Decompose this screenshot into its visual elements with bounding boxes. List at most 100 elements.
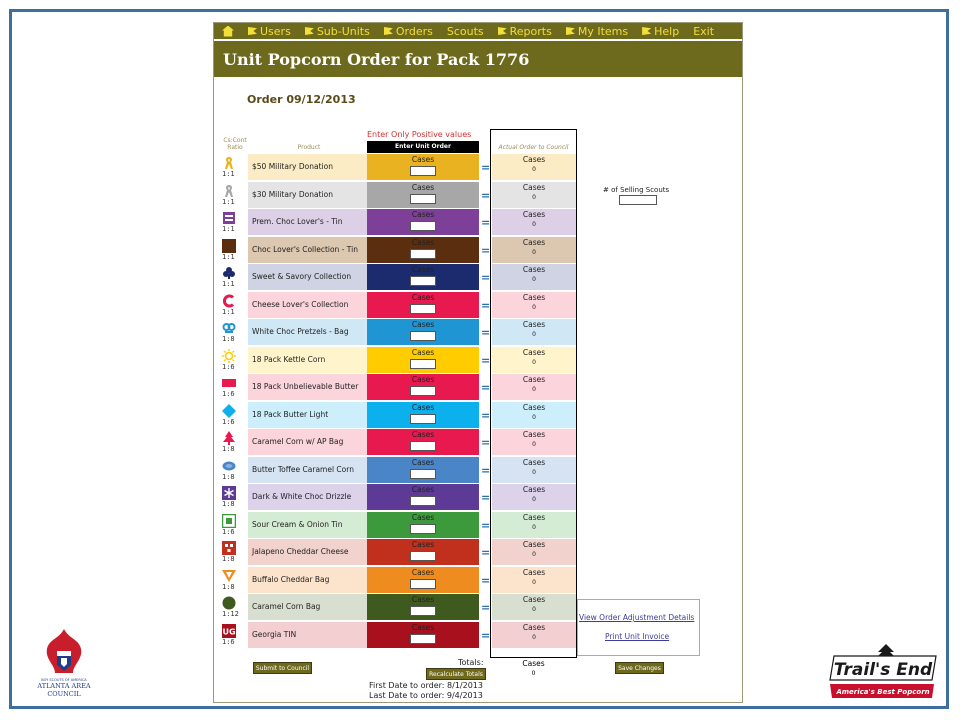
cases-input[interactable] bbox=[410, 358, 436, 369]
te-brand: Trail's End bbox=[834, 660, 933, 680]
ribbon-icon bbox=[222, 155, 236, 169]
actual-order-header: Actual Order to Council bbox=[498, 144, 569, 151]
flag-icon bbox=[565, 27, 575, 35]
actual-cases-label: Cases bbox=[522, 457, 546, 467]
case-ratio: 1:1 bbox=[222, 252, 235, 261]
home-icon bbox=[222, 25, 234, 37]
actual-cases-label: Cases bbox=[522, 622, 546, 632]
cases-input[interactable] bbox=[410, 166, 436, 176]
actual-cases-label: Cases bbox=[522, 265, 546, 274]
first-order-date: First Date to order: 8/1/2013 bbox=[369, 681, 483, 690]
svg-text:UG: UG bbox=[222, 627, 235, 636]
actual-cases-label: Cases bbox=[522, 210, 546, 219]
case-ratio: 1:6 bbox=[222, 417, 235, 426]
bsa-line3: COUNCIL bbox=[47, 690, 81, 698]
cases-label: Cases bbox=[411, 292, 435, 302]
tree-icon bbox=[222, 430, 236, 445]
links-panel bbox=[577, 599, 700, 656]
nav-sub-units[interactable]: Sub-Units bbox=[304, 25, 370, 38]
nav-orders[interactable]: Orders bbox=[383, 25, 433, 38]
nav-exit[interactable]: Exit bbox=[693, 25, 714, 38]
actual-cases-label: Cases bbox=[522, 567, 546, 577]
cases-label: Cases bbox=[411, 567, 435, 577]
atlanta-area-council-logo: BOY SCOUTS OF AMERICA ATLANTA AREA COUNC… bbox=[36, 629, 91, 698]
cases-input[interactable] bbox=[410, 331, 436, 341]
cases-input[interactable] bbox=[410, 248, 436, 259]
cases-label: Cases bbox=[411, 375, 435, 384]
product-row: 1:8 Dark & White Choc Drizzle Cases = Ca… bbox=[214, 483, 744, 511]
c-letter-icon bbox=[222, 293, 236, 307]
oval-icon bbox=[222, 458, 236, 472]
nav-label: Help bbox=[654, 24, 680, 38]
product-row: 1:1 Prem. Choc Lover's - Tin Cases = Cas… bbox=[214, 208, 744, 236]
cases-input[interactable] bbox=[410, 441, 436, 451]
cases-input[interactable] bbox=[410, 303, 436, 314]
case-ratio: 1:6 bbox=[222, 527, 235, 536]
equals-sign: = bbox=[481, 161, 491, 174]
equals-sign: = bbox=[481, 436, 491, 449]
case-ratio: 1:1 bbox=[222, 170, 235, 178]
diamond-icon bbox=[222, 403, 236, 418]
cases-input[interactable] bbox=[410, 386, 436, 396]
cases-input[interactable] bbox=[410, 193, 436, 204]
case-ratio: 1:1 bbox=[222, 280, 235, 288]
trails-end-logo: Trail's End America's Best Popcorn bbox=[829, 644, 937, 698]
product-name: White Choc Pretzels - Bag bbox=[252, 327, 349, 336]
actual-cases-value: 0 bbox=[532, 578, 536, 586]
cases-input[interactable] bbox=[410, 468, 436, 479]
checker-icon bbox=[222, 540, 236, 555]
cases-input[interactable] bbox=[410, 523, 436, 534]
cases-input[interactable] bbox=[410, 496, 436, 506]
actual-cases-label: Cases bbox=[522, 595, 546, 604]
actual-cases-value: 0 bbox=[532, 358, 536, 366]
cases-input[interactable] bbox=[410, 413, 436, 424]
nav-reports[interactable]: Reports bbox=[497, 25, 552, 38]
enter-unit-order-header: Enter Unit Order bbox=[367, 141, 479, 153]
nav-home[interactable] bbox=[222, 25, 234, 37]
flag-icon bbox=[304, 27, 314, 35]
product-header: Product bbox=[297, 144, 321, 151]
cases-input[interactable] bbox=[410, 551, 436, 561]
product-row: 1:6 18 Pack Unbelievable Butter Cases = … bbox=[214, 373, 744, 401]
product-name: Dark & White Choc Drizzle bbox=[252, 492, 352, 501]
selling-scouts-input[interactable] bbox=[619, 195, 657, 205]
case-ratio: 1:12 bbox=[222, 610, 239, 618]
nav-label: Exit bbox=[693, 24, 715, 38]
cases-label: Cases bbox=[411, 512, 435, 522]
view-adjustment-link[interactable]: View Order Adjustment Details bbox=[579, 613, 694, 622]
moon-icon bbox=[222, 238, 236, 253]
actual-cases-value: 0 bbox=[532, 248, 536, 256]
product-name: Jalapeno Cheddar Cheese bbox=[252, 547, 349, 556]
actual-cases-label: Cases bbox=[522, 292, 546, 302]
totals-label: Totals: bbox=[458, 658, 484, 667]
save-button[interactable]: Save Changes bbox=[615, 662, 664, 674]
ratio-header: Cs:Cont Ratio bbox=[223, 137, 247, 151]
product-name: Caramel Corn Bag bbox=[252, 602, 321, 611]
cases-input[interactable] bbox=[410, 221, 436, 231]
product-name: Georgia TIN bbox=[252, 629, 297, 639]
cases-input[interactable] bbox=[410, 606, 436, 616]
cases-input[interactable] bbox=[410, 633, 436, 644]
product-name: 18 Pack Butter Light bbox=[252, 409, 329, 419]
product-row: 1:6 Sour Cream & Onion Tin Cases = Cases… bbox=[214, 511, 744, 539]
actual-cases-value: 0 bbox=[532, 276, 536, 283]
nav-help[interactable]: Help bbox=[642, 25, 679, 38]
actual-cases-value: 0 bbox=[532, 441, 536, 448]
nav-label: My Items bbox=[577, 24, 629, 38]
recalculate-button[interactable]: Recalculate Totals bbox=[426, 668, 486, 680]
print-invoice-link[interactable]: Print Unit Invoice bbox=[605, 632, 669, 641]
actual-cases-value: 0 bbox=[532, 523, 536, 531]
equals-sign: = bbox=[481, 408, 491, 422]
cases-input[interactable] bbox=[410, 276, 436, 286]
cases-label: Cases bbox=[411, 430, 435, 439]
nav-users[interactable]: Users bbox=[248, 25, 291, 38]
cases-label: Cases bbox=[411, 457, 435, 467]
equals-sign: = bbox=[481, 491, 491, 504]
product-name: Prem. Choc Lover's - Tin bbox=[252, 217, 343, 226]
product-row: 1:8 Butter Toffee Caramel Corn Cases = C… bbox=[214, 456, 744, 484]
nav-my-items[interactable]: My Items bbox=[565, 24, 629, 38]
club-icon bbox=[222, 265, 236, 279]
submit-button[interactable]: Submit to Council bbox=[253, 662, 312, 674]
nav-scouts[interactable]: Scouts bbox=[447, 25, 484, 38]
cases-input[interactable] bbox=[410, 578, 436, 589]
